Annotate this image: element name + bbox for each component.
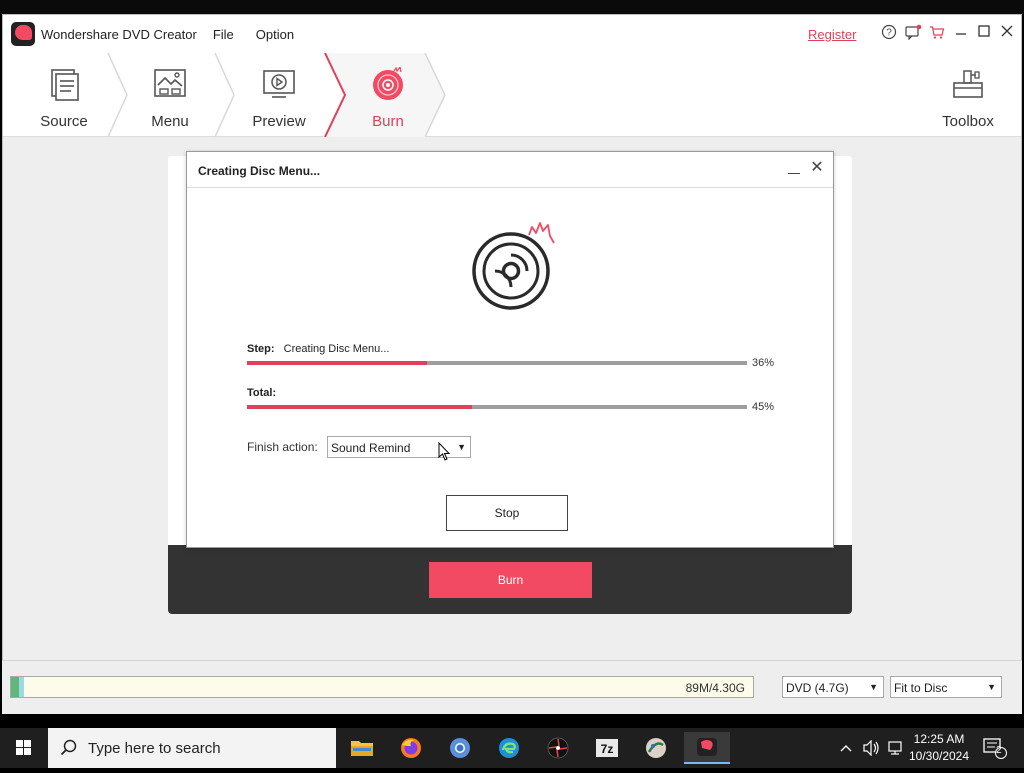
svg-text:?: ? (886, 28, 892, 39)
total-progress-fill (247, 405, 472, 409)
file-explorer-icon[interactable] (342, 732, 382, 764)
capacity-used-fill (11, 677, 24, 697)
capacity-text: 89M/4.30G (685, 681, 745, 695)
total-progress-bar (247, 405, 747, 409)
toolbox-label: Toolbox (942, 113, 994, 130)
disc-type-select[interactable]: DVD (4.7G) ▼ (782, 676, 884, 698)
step-label: Step: (247, 343, 275, 355)
feedback-icon[interactable] (904, 24, 922, 42)
edge-icon[interactable] (489, 732, 529, 764)
step-percent: 36% (752, 357, 775, 369)
step-menu-label: Menu (151, 113, 189, 130)
step-text: Creating Disc Menu... (283, 343, 390, 355)
cart-icon[interactable] (928, 24, 946, 42)
step-menu[interactable]: Menu (115, 53, 225, 137)
fit-mode-value: Fit to Disc (894, 681, 948, 695)
app-logo-icon (11, 22, 35, 46)
search-icon (60, 739, 77, 756)
step-preview-label: Preview (252, 113, 306, 130)
disc-type-value: DVD (4.7G) (786, 681, 849, 695)
taskbar: Type here to search 7z 12:25 AM 10/30/20… (0, 728, 1024, 768)
step-preview[interactable]: Preview (224, 53, 334, 137)
preview-play-icon (263, 70, 295, 98)
windows-start-icon[interactable] (0, 728, 48, 768)
7zip-icon[interactable]: 7z (587, 732, 627, 764)
step-burn-label: Burn (372, 113, 404, 130)
step-source-label: Source (40, 113, 88, 130)
dvd-creator-icon[interactable] (684, 732, 730, 764)
notification-count: 2 (996, 745, 1002, 756)
notification-center-icon[interactable]: 2 (980, 728, 1010, 768)
chromium-icon[interactable] (440, 732, 480, 764)
mouse-cursor-icon (438, 442, 451, 461)
finish-action-value: Sound Remind (331, 441, 411, 455)
register-link[interactable]: Register (808, 27, 856, 42)
clock-date: 10/30/2024 (908, 749, 970, 763)
burn-button[interactable]: Burn (429, 562, 592, 598)
toolbox-button[interactable]: Toolbox (913, 53, 1023, 137)
step-burn[interactable]: Burn (333, 53, 443, 137)
desktop-background (0, 0, 1024, 14)
burn-disc-icon (373, 67, 403, 100)
app-title: Wondershare DVD Creator (41, 26, 197, 42)
step-progress-fill (247, 361, 427, 365)
chevron-up-icon[interactable] (836, 728, 856, 768)
creating-disc-menu-dialog: Creating Disc Menu... ✕ Step: Creating D… (186, 151, 834, 548)
firefox-icon[interactable] (391, 732, 431, 764)
source-doc-icon (51, 69, 79, 101)
toolbox-icon (953, 70, 983, 98)
workflow-steps: Source Menu Preview Burn Toolbox (3, 53, 1021, 137)
dialog-close-icon[interactable]: ✕ (809, 160, 825, 176)
finish-action-label: Finish action: (247, 440, 318, 454)
help-icon[interactable]: ? (880, 24, 898, 42)
total-label: Total: (247, 387, 277, 399)
total-progress-label: Total: (247, 387, 276, 399)
step-progress-label: Step: Creating Disc Menu... (247, 343, 389, 355)
close-icon[interactable] (998, 24, 1016, 42)
network-icon[interactable] (884, 728, 906, 768)
chevron-down-icon: ▼ (869, 682, 878, 692)
menu-image-icon (154, 69, 186, 97)
davinci-icon[interactable] (538, 732, 578, 764)
disc-capacity-bar: 89M/4.30G (10, 676, 754, 698)
disc-burning-icon (472, 222, 555, 310)
search-placeholder: Type here to search (88, 740, 221, 757)
dialog-title: Creating Disc Menu... (198, 164, 321, 178)
dialog-header: Creating Disc Menu... ✕ (187, 152, 833, 188)
title-bar: Wondershare DVD Creator File Option Regi… (3, 15, 1021, 53)
clock-time: 12:25 AM (913, 732, 965, 746)
total-percent: 45% (752, 401, 775, 413)
chevron-down-icon: ▼ (987, 682, 996, 692)
step-progress-bar (247, 361, 747, 365)
dialog-minimize-icon[interactable] (787, 162, 801, 176)
capacity-footer: 89M/4.30G DVD (4.7G) ▼ Fit to Disc ▼ (2, 660, 1022, 714)
menu-file[interactable]: File (213, 27, 234, 42)
menu-option[interactable]: Option (256, 27, 294, 42)
taskbar-clock[interactable]: 12:25 AM 10/30/2024 (906, 731, 972, 765)
taskbar-search-input[interactable]: Type here to search (48, 728, 336, 768)
fit-mode-select[interactable]: Fit to Disc ▼ (890, 676, 1002, 698)
volume-icon[interactable] (859, 728, 883, 768)
ai-app-icon[interactable] (636, 732, 676, 764)
svg-text:7z: 7z (601, 742, 614, 756)
minimize-icon[interactable] (952, 24, 970, 42)
chevron-down-icon: ▼ (457, 442, 466, 452)
step-source[interactable]: Source (9, 53, 119, 137)
stop-button[interactable]: Stop (446, 495, 568, 531)
maximize-icon[interactable] (975, 24, 993, 42)
